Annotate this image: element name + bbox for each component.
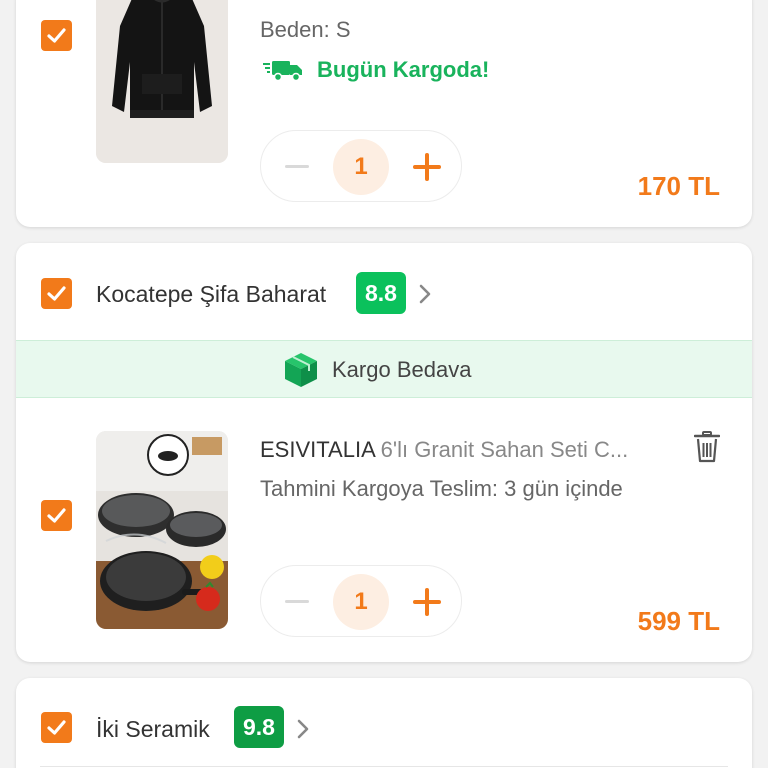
shipping-banner: Kargo Bedava xyxy=(16,340,752,398)
quantity-stepper: 1 xyxy=(260,130,462,202)
item-checkbox[interactable] xyxy=(41,500,72,531)
seller-rating-badge: 8.8 xyxy=(356,272,406,314)
increase-quantity-button[interactable] xyxy=(413,153,441,181)
item-checkbox[interactable] xyxy=(41,20,72,51)
divider xyxy=(40,766,728,767)
increase-quantity-button[interactable] xyxy=(413,588,441,616)
truck-icon xyxy=(263,61,302,82)
seller-card-iki-seramik: İki Seramik 9.8 xyxy=(16,678,752,768)
cart-item-card-hoodie: Beden: S Bugün Kargoda! 1 170 TL xyxy=(16,0,752,227)
check-icon xyxy=(47,28,66,43)
quantity-stepper: 1 xyxy=(260,565,462,637)
check-icon xyxy=(47,286,66,301)
seller-name[interactable]: İki Seramik xyxy=(96,716,210,743)
seller-card-kocatepe: Kocatepe Şifa Baharat 8.8 Kargo Bedava E… xyxy=(16,243,752,662)
trash-icon[interactable] xyxy=(694,431,720,463)
product-title[interactable]: ESIVITALIA 6'lı Granit Sahan Seti C... xyxy=(260,437,680,463)
check-icon xyxy=(47,508,66,523)
decrease-quantity-button[interactable] xyxy=(285,165,309,168)
item-price: 170 TL xyxy=(637,171,720,201)
seller-name[interactable]: Kocatepe Şifa Baharat xyxy=(96,281,326,308)
quantity-value: 1 xyxy=(333,574,389,630)
seller-checkbox[interactable] xyxy=(41,712,72,743)
delivery-badge-text: Bugün Kargoda! xyxy=(317,57,490,82)
check-icon xyxy=(47,720,66,735)
product-image-pan-set[interactable] xyxy=(96,431,228,629)
delivery-estimate: Tahmini Kargoya Teslim: 3 gün içinde xyxy=(260,476,623,501)
chevron-right-icon[interactable] xyxy=(418,283,432,305)
product-image-hoodie[interactable] xyxy=(96,0,228,163)
product-name: 6'lı Granit Sahan Seti C... xyxy=(380,437,629,462)
quantity-value: 1 xyxy=(333,139,389,195)
seller-rating-badge: 9.8 xyxy=(234,706,284,748)
decrease-quantity-button[interactable] xyxy=(285,600,309,603)
product-brand: ESIVITALIA xyxy=(260,437,375,462)
package-icon xyxy=(285,353,317,387)
seller-checkbox[interactable] xyxy=(41,278,72,309)
shipping-banner-text: Kargo Bedava xyxy=(332,357,472,382)
chevron-right-icon[interactable] xyxy=(296,718,310,740)
size-label: Beden: S xyxy=(260,17,351,42)
item-price: 599 TL xyxy=(637,606,720,636)
